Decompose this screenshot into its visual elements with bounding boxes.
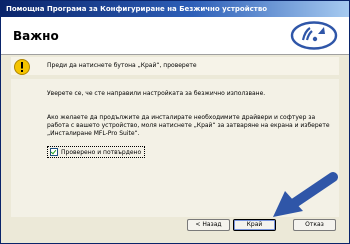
info-paragraph-1: Уверете се, че сте направили настройката… — [47, 90, 266, 97]
info-paragraph-2: Ако желаете да продължите да инсталирате… — [47, 114, 330, 138]
back-button[interactable]: < Назад — [187, 219, 230, 231]
wireless-logo-icon — [290, 21, 338, 50]
confirm-checkbox-row[interactable]: Проверено и потвърдено — [47, 146, 146, 158]
warning-text: Преди да натиснете бутона „Край“, провер… — [47, 62, 197, 69]
info-paragraph-2-line: Ако желаете да продължите да инсталирате… — [47, 114, 316, 121]
finish-button[interactable]: Край — [233, 219, 276, 231]
warning-icon — [14, 59, 30, 75]
page-title: Важно — [13, 29, 59, 43]
wizard-window: Помощна Програма за Конфигуриране на Без… — [0, 0, 350, 244]
window-title: Помощна Програма за Конфигуриране на Без… — [1, 1, 349, 17]
confirm-checkbox[interactable] — [50, 148, 58, 156]
info-paragraph-2-line: „Инсталиране MFL-Pro Suite“. — [47, 130, 140, 137]
wizard-header: Важно — [1, 17, 349, 55]
confirm-checkbox-label[interactable]: Проверено и потвърдено — [61, 149, 141, 156]
cancel-button[interactable]: Отказ — [293, 219, 336, 231]
info-paragraph-2-line: работа с вашето устройство, моля натисне… — [47, 122, 330, 129]
pointer-arrow-icon — [273, 172, 338, 217]
